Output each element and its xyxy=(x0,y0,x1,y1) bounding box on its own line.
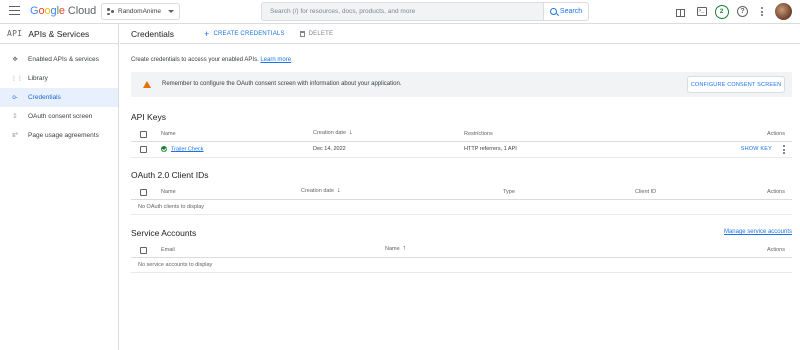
create-credentials-button[interactable]: + CREATE CREDENTIALS xyxy=(204,28,285,39)
api-badge-icon: API xyxy=(7,29,23,38)
configure-consent-screen-button[interactable]: CONFIGURE CONSENT SCREEN xyxy=(687,76,785,93)
search-button-label: Search xyxy=(559,8,583,15)
delete-button[interactable]: DELETE xyxy=(299,30,334,37)
api-keys-table: Name Creation date ↓ Restrictions Actions… xyxy=(131,127,792,158)
project-name: RandomAnime xyxy=(118,8,161,15)
row-checkbox[interactable] xyxy=(140,146,147,153)
table-header-row: Email Name ↑ Actions xyxy=(131,243,792,258)
project-picker[interactable]: RandomAnime xyxy=(101,3,180,20)
warning-icon xyxy=(143,81,151,88)
table-header-row: Name Creation date ↓ Restrictions Actions xyxy=(131,127,792,142)
column-header-creation-date[interactable]: Creation date ↓ xyxy=(313,129,353,136)
api-key-name-cell: Trailer Check xyxy=(161,146,204,152)
table-row: Trailer Check Dec 14, 2022 HTTP referrer… xyxy=(131,142,792,158)
select-all-checkbox[interactable] xyxy=(140,131,147,138)
column-header-creation-date[interactable]: Creation date ↓ xyxy=(301,187,341,194)
diamond-icon: ✥ xyxy=(12,56,18,63)
intro-text-body: Create credentials to access your enable… xyxy=(131,57,259,63)
column-header-label: Creation date xyxy=(301,188,335,194)
grid-icon: ⋮⋮ xyxy=(11,75,23,82)
plus-icon: + xyxy=(204,28,210,39)
hamburger-menu-icon[interactable] xyxy=(9,6,20,16)
page-header: Credentials + CREATE CREDENTIALS DELETE xyxy=(120,24,800,44)
sidebar-header: API APIs & Services xyxy=(0,24,118,44)
api-key-name-link[interactable]: Trailer Check xyxy=(171,146,204,152)
sidebar-item-label: OAuth consent screen xyxy=(28,113,93,120)
banner-text: Remember to configure the OAuth consent … xyxy=(162,81,402,87)
settings-list-icon: ≡° xyxy=(12,132,18,139)
column-header-actions: Actions xyxy=(766,131,785,137)
search-button[interactable]: Search xyxy=(543,3,588,20)
notification-count-badge: 2 xyxy=(714,4,729,19)
arrow-down-icon: ↓ xyxy=(349,129,353,136)
column-header-type[interactable]: Type xyxy=(503,189,515,195)
delete-label: DELETE xyxy=(308,30,334,37)
avatar[interactable] xyxy=(775,3,792,20)
oauth-clients-title: OAuth 2.0 Client IDs xyxy=(131,170,209,180)
key-icon: o‑ xyxy=(12,94,18,101)
column-header-client-id[interactable]: Client ID xyxy=(635,189,656,195)
column-header-actions: Actions xyxy=(766,189,785,195)
sidebar-item-credentials[interactable]: o‑ Credentials xyxy=(0,88,118,107)
column-header-email[interactable]: Email xyxy=(161,247,175,253)
api-keys-title: API Keys xyxy=(131,112,166,122)
consent-icon: ⁞⁞ xyxy=(13,113,17,120)
sidebar-item-label: Page usage agreements xyxy=(28,132,99,139)
empty-row: No OAuth clients to display xyxy=(131,200,792,215)
google-cloud-logo[interactable]: Google Cloud xyxy=(30,5,96,17)
page-title: Credentials xyxy=(131,28,174,39)
service-accounts-table: Email Name ↑ Actions No service accounts … xyxy=(131,243,792,273)
column-header-restrictions: Restrictions xyxy=(464,131,493,137)
arrow-up-icon: ↑ xyxy=(402,245,407,252)
arrow-down-icon: ↓ xyxy=(337,187,341,194)
service-accounts-title: Service Accounts xyxy=(131,228,197,238)
sidebar-item-label: Enabled APIs & services xyxy=(28,56,99,63)
main-content: Credentials + CREATE CREDENTIALS DELETE … xyxy=(120,24,800,350)
column-header-name[interactable]: Name xyxy=(161,189,176,195)
column-header-name[interactable]: Name xyxy=(161,131,176,137)
oauth-clients-table: Name Creation date ↓ Type Client ID Actio… xyxy=(131,185,792,215)
search-bar: Search xyxy=(261,2,589,21)
sidebar-item-label: Credentials xyxy=(28,94,61,101)
learn-more-link[interactable]: Learn more xyxy=(260,57,291,63)
sidebar: API APIs & Services ✥ Enabled APIs & ser… xyxy=(0,24,119,350)
restrictions-cell: HTTP referrers, 1 API xyxy=(464,146,517,152)
create-credentials-label: CREATE CREDENTIALS xyxy=(213,30,285,37)
trash-icon xyxy=(299,30,305,37)
column-header-name[interactable]: Name ↑ xyxy=(385,245,406,252)
empty-message: No service accounts to display xyxy=(138,262,213,268)
search-input[interactable] xyxy=(262,3,543,20)
table-header-row: Name Creation date ↓ Type Client ID Actio… xyxy=(131,185,792,200)
sidebar-item-page-usage[interactable]: ≡° Page usage agreements xyxy=(0,126,118,145)
sidebar-item-library[interactable]: ⋮⋮ Library xyxy=(0,69,118,88)
sidebar-item-oauth-consent[interactable]: ⁞⁞ OAuth consent screen xyxy=(0,107,118,126)
select-all-checkbox[interactable] xyxy=(140,247,147,254)
top-app-bar: Google Cloud RandomAnime Search >_ 2 ? xyxy=(0,0,800,24)
cloud-shell-icon[interactable]: >_ xyxy=(695,5,708,18)
sidebar-item-enabled-apis[interactable]: ✥ Enabled APIs & services xyxy=(0,50,118,69)
search-icon xyxy=(549,8,557,15)
empty-message: No OAuth clients to display xyxy=(138,204,205,210)
column-header-label: Creation date xyxy=(313,130,347,136)
chevron-down-icon xyxy=(168,10,174,13)
manage-service-accounts-link[interactable]: Manage service accounts xyxy=(724,229,792,235)
check-circle-icon xyxy=(161,146,167,152)
more-options-icon[interactable] xyxy=(755,5,768,18)
row-more-options-icon[interactable] xyxy=(783,145,785,154)
intro-text: Create credentials to access your enable… xyxy=(131,57,291,63)
creation-date-cell: Dec 14, 2022 xyxy=(313,146,346,152)
notifications-button[interactable]: 2 xyxy=(714,4,729,19)
project-icon xyxy=(107,8,114,15)
select-all-checkbox[interactable] xyxy=(140,189,147,196)
column-header-actions: Actions xyxy=(766,247,785,253)
oauth-warning-banner: Remember to configure the OAuth consent … xyxy=(131,72,792,97)
show-key-button[interactable]: SHOW KEY xyxy=(741,146,772,152)
sidebar-nav: ✥ Enabled APIs & services ⋮⋮ Library o‑ … xyxy=(0,50,118,145)
sidebar-item-label: Library xyxy=(28,75,48,82)
gift-icon[interactable] xyxy=(674,5,687,18)
empty-row: No service accounts to display xyxy=(131,258,792,273)
column-header-label: Name xyxy=(385,246,400,252)
help-icon[interactable]: ? xyxy=(736,5,749,18)
sidebar-title: APIs & Services xyxy=(28,28,90,39)
